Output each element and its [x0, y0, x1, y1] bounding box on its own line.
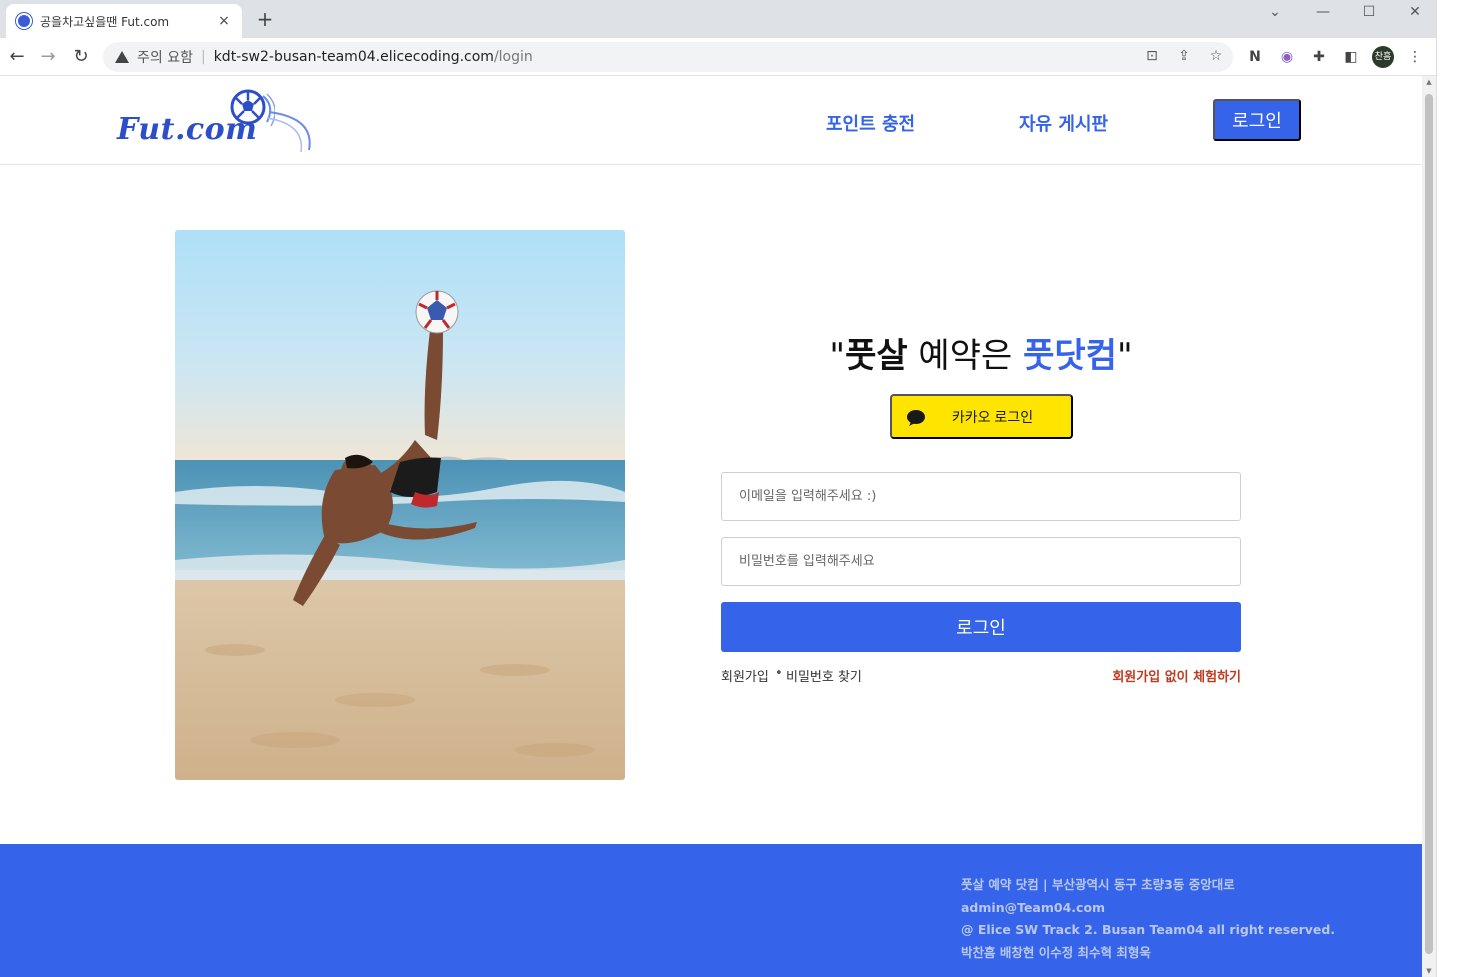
- nav-point-charge[interactable]: 포인트 충전: [826, 110, 915, 136]
- url-host: kdt-sw2-busan-team04.elicecoding.com: [213, 49, 494, 65]
- kakao-login-button[interactable]: 카카오 로그인: [890, 394, 1073, 439]
- footer-info: 풋살 예약 닷컴 | 부산광역시 동구 초량3동 중앙대로 admin@Team…: [961, 874, 1335, 964]
- extension-icon[interactable]: ✚: [1308, 46, 1330, 68]
- security-warning-label[interactable]: 주의 요함: [137, 47, 193, 67]
- extension-n-icon[interactable]: N: [1244, 46, 1266, 68]
- tagline-brand: 풋닷컴: [1023, 336, 1117, 376]
- adjacent-window-edge: [1436, 0, 1458, 977]
- header-login-button[interactable]: 로그인: [1213, 99, 1301, 141]
- close-window-icon[interactable]: ✕: [1392, 0, 1438, 24]
- tagline-quote-close: ": [1116, 336, 1133, 376]
- login-submit-button[interactable]: 로그인: [721, 602, 1241, 652]
- soccer-ball-icon: [415, 290, 459, 334]
- forward-icon[interactable]: →: [37, 46, 59, 68]
- tab-title: 공을차고싶을땐 Fut.com: [40, 14, 170, 29]
- url-path: /login: [493, 49, 533, 65]
- omnibox-actions: ⊡ ⇪ ☆: [1143, 47, 1225, 65]
- footer-email: admin@Team04.com: [961, 899, 1106, 915]
- footer-address: 풋살 예약 닷컴 | 부산광역시 동구 초량3동 중앙대로: [961, 877, 1235, 892]
- footer-copyright: @ Elice SW Track 2. Busan Team04 all rig…: [961, 922, 1336, 937]
- tab-close-icon[interactable]: ×: [216, 13, 232, 29]
- sidepanel-icon[interactable]: ◧: [1340, 46, 1362, 68]
- tagline-quote-open: ": [829, 336, 846, 376]
- tagline-reservation: 예약은: [907, 336, 1024, 376]
- password-input[interactable]: [721, 537, 1241, 586]
- site-footer: 풋살 예약 닷컴 | 부산광역시 동구 초량3동 중앙대로 admin@Team…: [0, 844, 1422, 977]
- beach-bicycle-kick-illustration: [175, 230, 625, 780]
- address-bar[interactable]: 주의 요함 | kdt-sw2-busan-team04.elicecoding…: [103, 42, 1233, 72]
- email-input[interactable]: [721, 472, 1241, 521]
- extensions-area: N ◉ ✚ ◧ 찬흠 ⋮: [1244, 46, 1426, 68]
- warning-icon: [115, 51, 129, 63]
- browser-tab[interactable]: 공을차고싶을땐 Fut.com ×: [6, 4, 242, 38]
- footer-team-members: 박찬흠 배창현 이수정 최수혁 최형욱: [961, 944, 1151, 960]
- find-password-link[interactable]: 비밀번호 찾기: [786, 666, 862, 685]
- reload-icon[interactable]: ↻: [70, 46, 92, 68]
- browser-tab-bar: 공을차고싶을땐 Fut.com × + ⌄ — ☐ ✕: [0, 0, 1436, 38]
- tab-search-icon[interactable]: ⌄: [1252, 0, 1298, 24]
- browser-toolbar: ← → ↻ 주의 요함 | kdt-sw2-busan-team04.elice…: [0, 38, 1436, 76]
- nav-free-board[interactable]: 자유 게시판: [1019, 110, 1108, 136]
- extension-circle-icon[interactable]: ◉: [1276, 46, 1298, 68]
- minimize-icon[interactable]: —: [1300, 0, 1346, 24]
- tagline: "풋살 예약은 풋닷컴": [721, 328, 1241, 377]
- share-icon[interactable]: ⇪: [1175, 47, 1193, 65]
- maximize-icon[interactable]: ☐: [1346, 0, 1392, 24]
- page-scrollbar[interactable]: ▲ ▼: [1422, 76, 1436, 977]
- star-icon[interactable]: ☆: [1207, 47, 1225, 65]
- logo-text: Fut.com: [117, 112, 258, 147]
- site-logo[interactable]: Fut.com: [115, 86, 320, 158]
- scroll-down-icon[interactable]: ▼: [1425, 967, 1433, 975]
- hero-image: [175, 230, 625, 780]
- page-viewport: Fut.com 포인트 충전 자유 게시판 로그인 "풋살 예약은 풋닷컴" 카…: [0, 76, 1422, 977]
- signup-link[interactable]: 회원가입: [721, 666, 769, 685]
- menu-icon[interactable]: ⋮: [1404, 46, 1426, 68]
- logo-swoosh-icon: [266, 111, 311, 153]
- tagline-futsal: 풋살: [845, 336, 908, 376]
- soccer-ball-favicon-icon: [16, 13, 32, 29]
- kakao-login-label: 카카오 로그인: [951, 408, 1034, 425]
- trial-without-signup-link[interactable]: 회원가입 없이 체험하기: [1112, 666, 1241, 685]
- back-icon[interactable]: ←: [6, 46, 28, 68]
- scrollbar-thumb[interactable]: [1425, 94, 1433, 954]
- profile-avatar[interactable]: 찬흠: [1372, 46, 1394, 68]
- links-separator: •: [775, 666, 783, 681]
- omnibox-separator: |: [200, 49, 206, 65]
- auth-links-row: 회원가입 • 비밀번호 찾기 회원가입 없이 체험하기: [721, 666, 1241, 686]
- new-tab-button[interactable]: +: [254, 8, 276, 30]
- translate-icon[interactable]: ⊡: [1143, 47, 1161, 65]
- site-header: Fut.com 포인트 충전 자유 게시판 로그인: [0, 76, 1422, 165]
- scroll-up-icon[interactable]: ▲: [1425, 78, 1433, 86]
